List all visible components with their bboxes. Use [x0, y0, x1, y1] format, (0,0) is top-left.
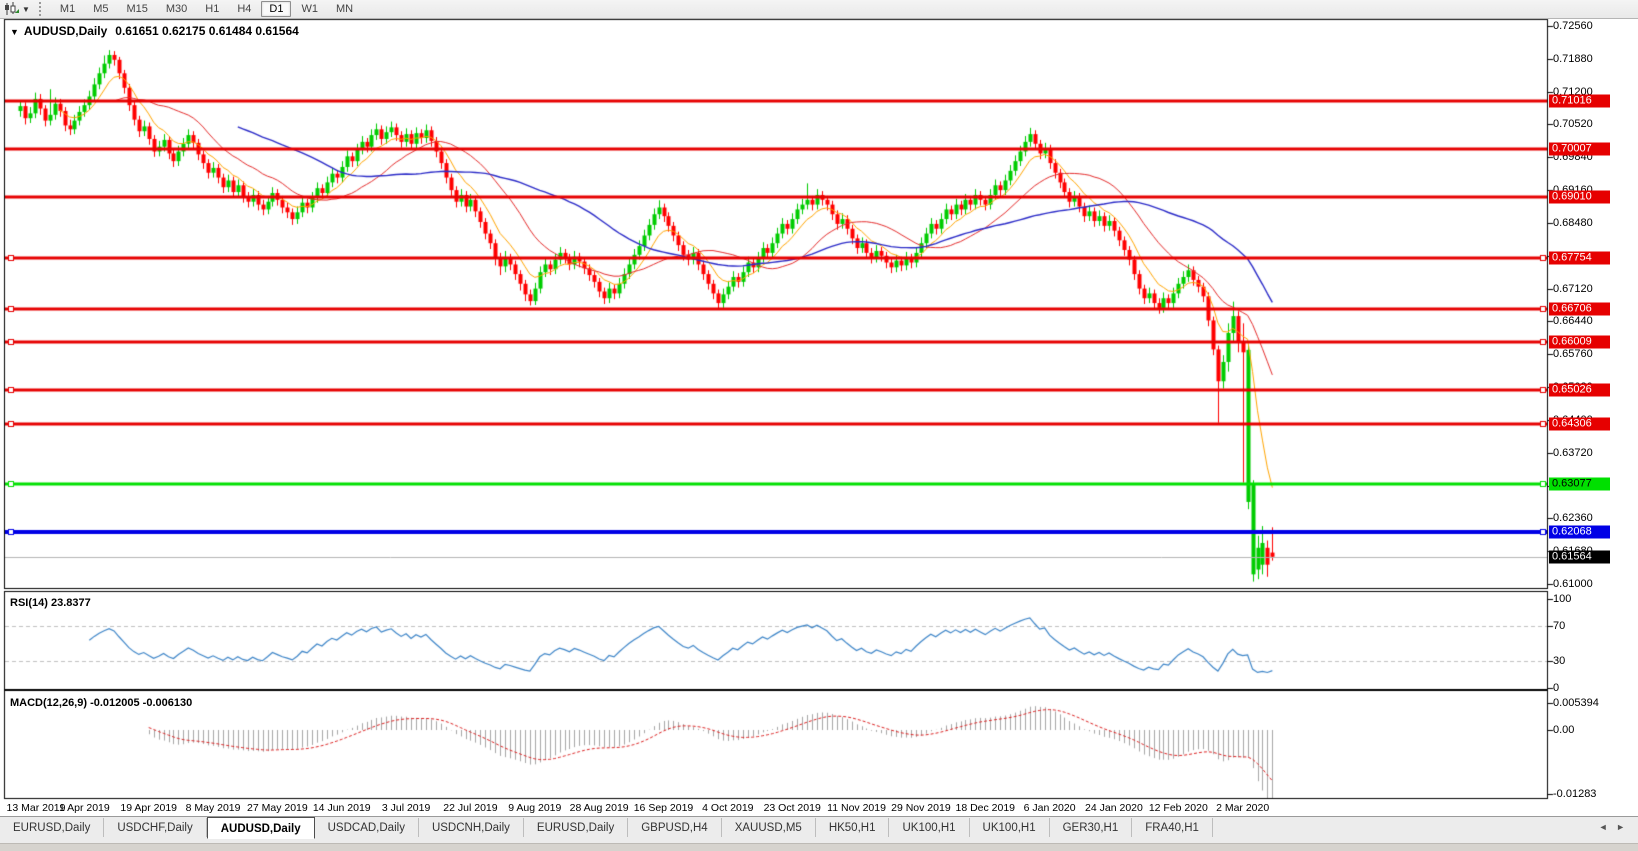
date-tick-label: 12 Feb 2020 [1149, 802, 1208, 814]
level-price-tag: 0.70007 [1549, 143, 1610, 156]
timeframe-button-m15[interactable]: M15 [118, 1, 155, 17]
tab-scroll-arrows-icon[interactable]: ◄ ► [1589, 817, 1638, 837]
macd-tick-label: -0.01283 [1553, 788, 1596, 800]
timeframe-button-h1[interactable]: H1 [197, 1, 227, 17]
date-tick-label: 16 Sep 2019 [634, 802, 694, 814]
macd-tick-label: 0.005394 [1553, 697, 1599, 709]
timeframe-toolbar: M1M5M15M30H1H4D1W1MN [51, 1, 362, 17]
macd-tick-label: 0.00 [1553, 724, 1574, 736]
timeframe-button-m1[interactable]: M1 [52, 1, 83, 17]
chart-tab-eurusd-daily[interactable]: EURUSD,Daily [524, 818, 628, 837]
date-tick-label: 23 Oct 2019 [764, 802, 821, 814]
level-price-tag: 0.64306 [1549, 418, 1610, 431]
date-tick-label: 3 Jul 2019 [382, 802, 430, 814]
chart-tab-uk100-h1[interactable]: UK100,H1 [889, 818, 969, 837]
date-tick-label: 8 May 2019 [186, 802, 241, 814]
chart-tab-hk50-h1[interactable]: HK50,H1 [816, 818, 890, 837]
chart-tab-gbpusd-h4[interactable]: GBPUSD,H4 [628, 818, 721, 837]
collapse-triangle-icon[interactable]: ▼ [10, 27, 19, 37]
price-tick-label: 0.63720 [1553, 447, 1593, 459]
mt4-window: ▼ M1M5M15M30H1H4D1W1MN ▼ AUDUSD,Daily 0.61… [0, 0, 1638, 851]
date-tick-label: 19 Apr 2019 [120, 802, 177, 814]
level-price-tag: 0.62068 [1549, 526, 1610, 539]
chart-tab-ger30-h1[interactable]: GER30,H1 [1050, 818, 1133, 837]
date-tick-label: 27 May 2019 [247, 802, 308, 814]
ohlc-quote-text: 0.61651 0.62175 0.61484 0.61564 [115, 24, 299, 38]
chart-tab-usdcad-daily[interactable]: USDCAD,Daily [315, 818, 419, 837]
date-tick-label: 6 Jan 2020 [1024, 802, 1076, 814]
level-price-tag: 0.71016 [1549, 94, 1610, 107]
chart-tab-usdchf-daily[interactable]: USDCHF,Daily [104, 818, 206, 837]
date-tick-label: 4 Oct 2019 [702, 802, 753, 814]
chart-title: ▼ AUDUSD,Daily 0.61651 0.62175 0.61484 0.6… [10, 24, 299, 38]
rsi-tick-label: 0 [1553, 682, 1559, 694]
price-chart-canvas[interactable] [0, 0, 1638, 851]
date-tick-label: 18 Dec 2019 [955, 802, 1015, 814]
level-price-tag: 0.63077 [1549, 477, 1610, 490]
chart-type-group[interactable]: ▼ [0, 0, 34, 18]
level-price-tag: 0.67754 [1549, 251, 1610, 264]
chevron-down-icon[interactable]: ▼ [22, 5, 30, 14]
macd-indicator-label: MACD(12,26,9) -0.012005 -0.006130 [10, 697, 192, 709]
candlestick-chart-icon[interactable] [4, 2, 19, 16]
level-price-tag: 0.65026 [1549, 383, 1610, 396]
price-tick-label: 0.67120 [1553, 283, 1593, 295]
timeframe-button-m5[interactable]: M5 [85, 1, 116, 17]
status-strip [0, 843, 1638, 851]
date-tick-label: 11 Nov 2019 [827, 802, 886, 814]
timeframe-button-d1[interactable]: D1 [261, 1, 291, 17]
chart-tab-xauusd-m5[interactable]: XAUUSD,M5 [722, 818, 816, 837]
level-price-tag: 0.69010 [1549, 191, 1610, 204]
rsi-tick-label: 70 [1553, 620, 1565, 632]
date-tick-label: 14 Jun 2019 [313, 802, 371, 814]
level-price-tag: 0.66706 [1549, 302, 1610, 315]
chart-tab-audusd-daily[interactable]: AUDUSD,Daily [207, 817, 315, 839]
current-price-tag: 0.61564 [1549, 550, 1610, 563]
toolbar-separator [39, 2, 46, 16]
date-tick-label: 9 Aug 2019 [508, 802, 561, 814]
price-tick-label: 0.66440 [1553, 315, 1593, 327]
level-price-tag: 0.66009 [1549, 336, 1610, 349]
price-tick-label: 0.61000 [1553, 578, 1593, 590]
symbol-title: AUDUSD,Daily [24, 24, 107, 38]
timeframe-button-m30[interactable]: M30 [158, 1, 195, 17]
price-tick-label: 0.62360 [1553, 512, 1593, 524]
date-tick-label: 29 Nov 2019 [891, 802, 951, 814]
date-tick-label: 2 Mar 2020 [1216, 802, 1269, 814]
chart-tab-bar: EURUSD,DailyUSDCHF,DailyAUDUSD,DailyUSDC… [0, 816, 1638, 844]
price-tick-label: 0.71880 [1553, 53, 1593, 65]
chart-tab-fra40-h1[interactable]: FRA40,H1 [1132, 818, 1213, 837]
date-tick-label: 24 Jan 2020 [1085, 802, 1143, 814]
rsi-indicator-label: RSI(14) 23.8377 [10, 597, 91, 609]
price-tick-label: 0.65760 [1553, 348, 1593, 360]
top-toolbar: ▼ M1M5M15M30H1H4D1W1MN [0, 0, 1638, 19]
date-tick-label: 1 Apr 2019 [59, 802, 110, 814]
date-tick-label: 22 Jul 2019 [443, 802, 497, 814]
timeframe-button-w1[interactable]: W1 [293, 1, 326, 17]
chart-tab-usdcnh-daily[interactable]: USDCNH,Daily [419, 818, 524, 837]
rsi-tick-label: 100 [1553, 593, 1571, 605]
price-tick-label: 0.70520 [1553, 118, 1593, 130]
chart-tab-uk100-h1[interactable]: UK100,H1 [970, 818, 1050, 837]
timeframe-button-h4[interactable]: H4 [229, 1, 259, 17]
price-tick-label: 0.68480 [1553, 217, 1593, 229]
price-tick-label: 0.72560 [1553, 20, 1593, 32]
chart-tab-eurusd-daily[interactable]: EURUSD,Daily [0, 818, 104, 837]
date-tick-label: 28 Aug 2019 [570, 802, 629, 814]
timeframe-button-mn[interactable]: MN [328, 1, 361, 17]
date-tick-label: 13 Mar 2019 [7, 802, 66, 814]
rsi-tick-label: 30 [1553, 655, 1565, 667]
